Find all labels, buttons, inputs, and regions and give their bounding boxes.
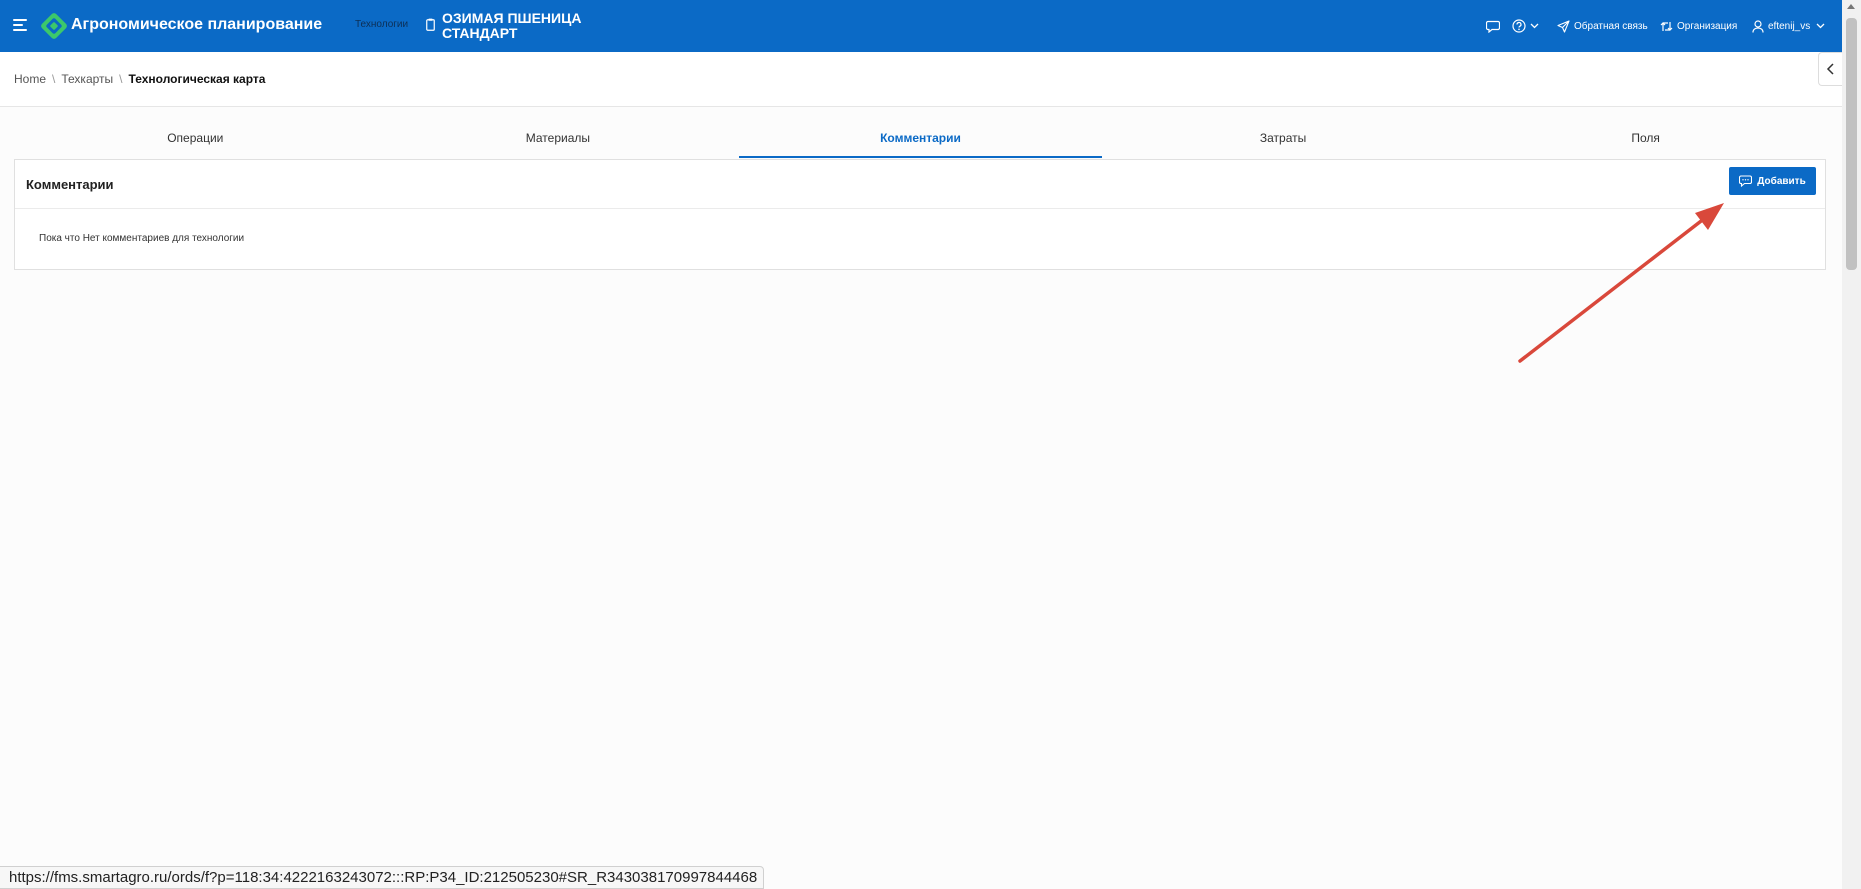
scroll-up-icon[interactable] bbox=[1847, 4, 1855, 9]
panel-header: Комментарии Добавить bbox=[15, 160, 1825, 209]
panel-title: Комментарии bbox=[26, 177, 114, 192]
app-title[interactable]: Агрономическое планирование bbox=[71, 16, 322, 34]
feedback-link[interactable]: Обратная связь bbox=[1557, 0, 1648, 52]
switch-arrows-icon bbox=[1660, 21, 1673, 31]
user-icon bbox=[1752, 19, 1764, 33]
breadcrumb-home[interactable]: Home bbox=[14, 72, 46, 86]
chevron-down-icon bbox=[1530, 23, 1539, 29]
help-menu-button[interactable] bbox=[1512, 0, 1543, 52]
hamburger-menu-icon[interactable] bbox=[13, 18, 29, 32]
tab-comments[interactable]: Комментарии bbox=[739, 122, 1102, 158]
leaf-logo-icon[interactable] bbox=[40, 12, 68, 40]
paper-plane-icon bbox=[1557, 19, 1570, 33]
empty-comments-message: Пока что Нет комментариев для технологии bbox=[39, 233, 245, 244]
user-menu-button[interactable]: eftenij_vs bbox=[1752, 0, 1829, 52]
chevron-down-icon bbox=[1816, 23, 1825, 29]
chevron-left-icon bbox=[1826, 63, 1834, 75]
collapse-panel-button[interactable] bbox=[1818, 52, 1843, 86]
breadcrumb-current: Технологическая карта bbox=[128, 72, 266, 86]
clipboard-icon bbox=[426, 18, 435, 31]
scroll-thumb[interactable] bbox=[1846, 18, 1857, 270]
chat-button[interactable] bbox=[1486, 0, 1504, 52]
help-icon bbox=[1512, 19, 1526, 33]
tab-materials[interactable]: Материалы bbox=[377, 122, 740, 158]
breadcrumb: Home \ Техкарты \ Технологическая карта bbox=[14, 72, 265, 86]
user-label: eftenij_vs bbox=[1768, 20, 1811, 32]
tab-fields[interactable]: Поля bbox=[1464, 122, 1827, 158]
breadcrumb-techcards[interactable]: Техкарты bbox=[61, 72, 113, 86]
section-label: Технологии bbox=[355, 19, 409, 30]
technology-name: ОЗИМАЯ ПШЕНИЦА СТАНДАРТ bbox=[442, 11, 642, 41]
top-header: Агрономическое планирование Технологии О… bbox=[0, 0, 1842, 52]
tab-costs[interactable]: Затраты bbox=[1102, 122, 1465, 158]
organization-label: Организация bbox=[1677, 20, 1738, 32]
breadcrumb-separator: \ bbox=[119, 72, 123, 86]
comment-icon bbox=[1739, 175, 1753, 187]
status-bar-url: https://fms.smartagro.ru/ords/f?p=118:34… bbox=[0, 866, 765, 889]
breadcrumb-separator: \ bbox=[52, 72, 56, 86]
add-comment-button[interactable]: Добавить bbox=[1729, 167, 1816, 195]
feedback-label: Обратная связь bbox=[1574, 20, 1648, 32]
tab-operations[interactable]: Операции bbox=[14, 122, 377, 158]
technology-name-line-2: СТАНДАРТ bbox=[442, 25, 518, 41]
organization-link[interactable]: Организация bbox=[1660, 0, 1737, 52]
page-scrollbar[interactable] bbox=[1842, 0, 1861, 889]
comments-panel: Комментарии Добавить Пока что Нет коммен… bbox=[14, 159, 1826, 270]
breadcrumb-bar: Home \ Техкарты \ Технологическая карта bbox=[0, 52, 1842, 107]
add-button-label: Добавить bbox=[1757, 175, 1806, 187]
chat-icon bbox=[1486, 20, 1500, 33]
technology-name-line-1: ОЗИМАЯ ПШЕНИЦА bbox=[442, 10, 582, 26]
tab-bar: Операции Материалы Комментарии Затраты П… bbox=[14, 122, 1827, 158]
